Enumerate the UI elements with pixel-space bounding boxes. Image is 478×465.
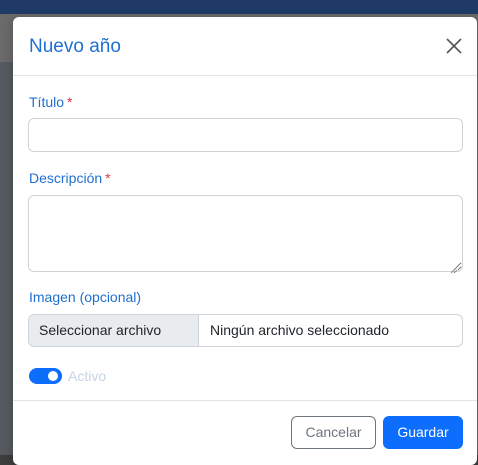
- resize-handle-icon[interactable]: [450, 261, 458, 274]
- cancel-button[interactable]: Cancelar: [291, 416, 376, 449]
- required-marker: *: [67, 94, 73, 110]
- title-input[interactable]: [28, 118, 463, 152]
- new-year-modal: Nuevo año Título * Descripción * Imagen (o…: [13, 17, 477, 465]
- choose-file-button[interactable]: Seleccionar archivo: [29, 315, 199, 346]
- active-toggle[interactable]: [29, 368, 62, 384]
- background-topbar: [0, 0, 478, 14]
- background-sidebar: [0, 62, 14, 465]
- active-label: Activo: [68, 368, 107, 384]
- close-icon[interactable]: [443, 35, 465, 57]
- modal-footer: Cancelar Guardar: [13, 400, 477, 465]
- title-label: Título *: [29, 94, 72, 110]
- description-textarea[interactable]: [28, 195, 463, 272]
- file-status: Ningún archivo seleccionado: [210, 322, 389, 338]
- required-marker: *: [105, 170, 111, 186]
- modal-title: Nuevo año: [29, 36, 121, 57]
- description-label: Descripción *: [29, 170, 111, 186]
- save-button[interactable]: Guardar: [383, 416, 463, 449]
- toggle-knob: [48, 371, 58, 381]
- file-input[interactable]: Seleccionar archivo Ningún archivo selec…: [28, 314, 463, 347]
- modal-header: Nuevo año: [13, 17, 477, 76]
- image-label: Imagen (opcional): [29, 289, 142, 305]
- title-label-text: Título: [29, 94, 65, 110]
- description-label-text: Descripción: [29, 170, 103, 186]
